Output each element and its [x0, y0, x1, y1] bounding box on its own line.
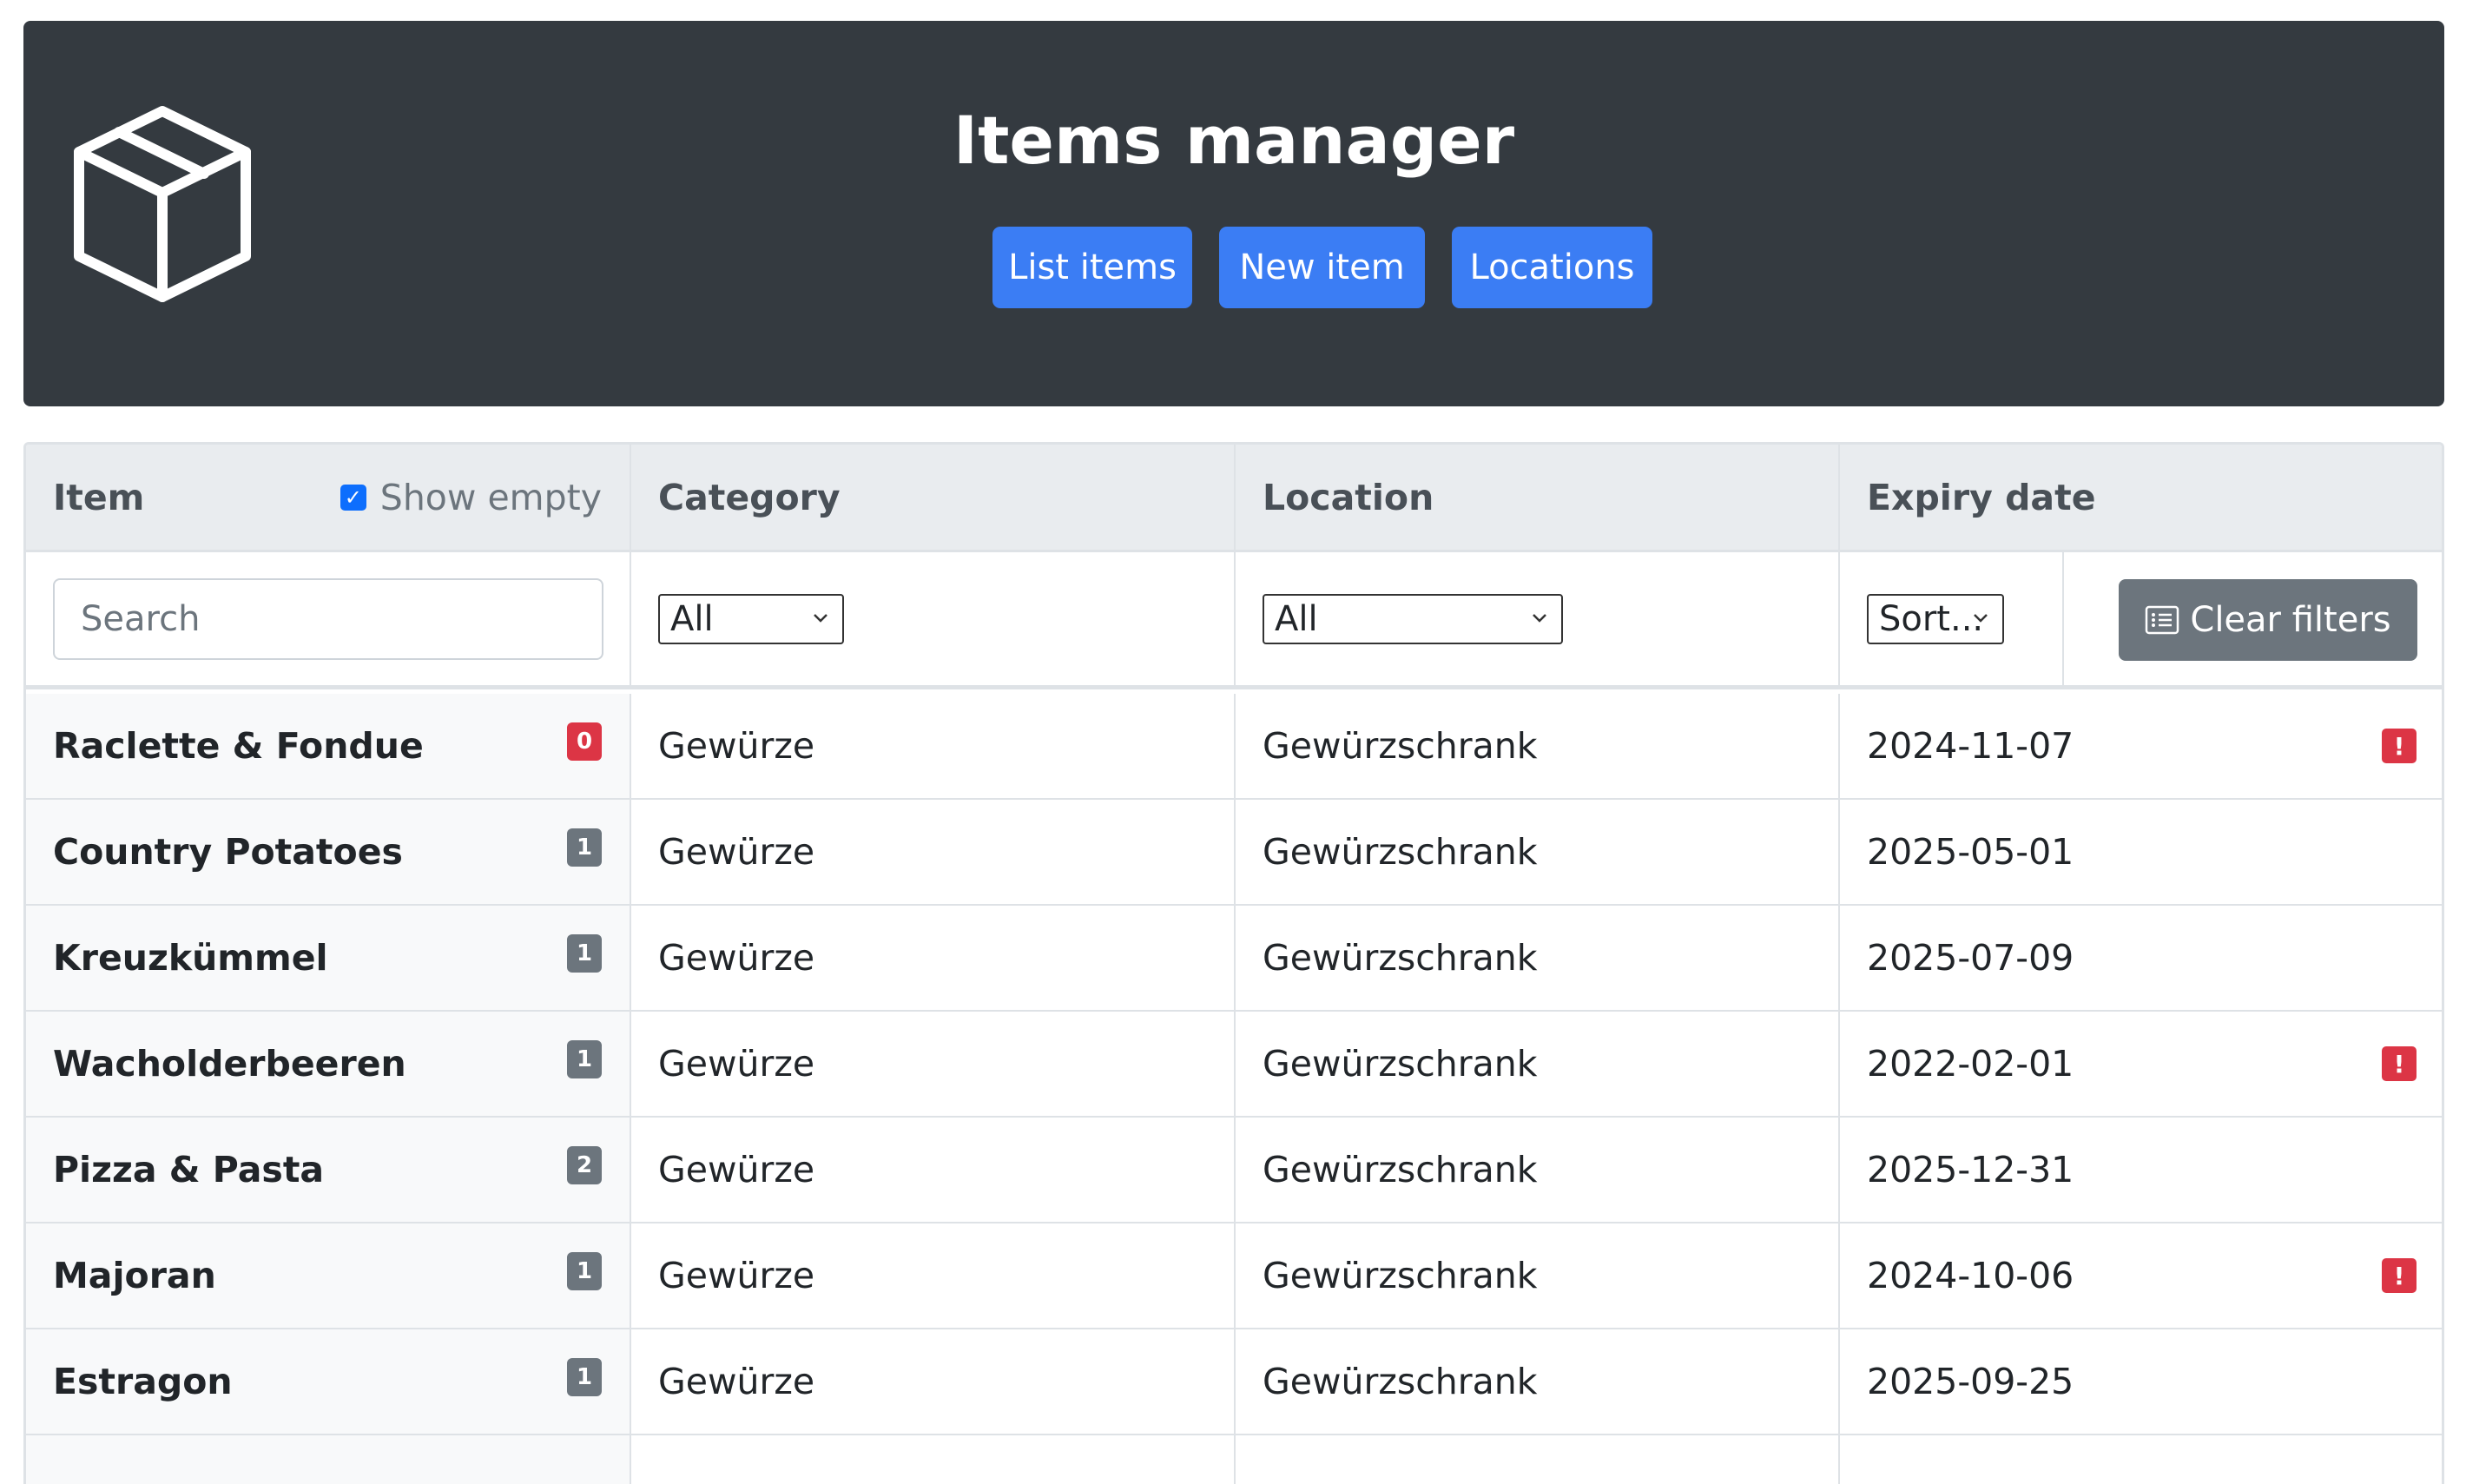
- items-table: Item ✓ Show empty Category Location Expi…: [23, 442, 2444, 1484]
- table-row[interactable]: Country Potatoes 1 Gewürze Gewürzschrank…: [26, 800, 2442, 906]
- sort-select[interactable]: Sort...: [1867, 593, 2004, 644]
- chevron-down-icon: [1974, 613, 1988, 623]
- show-empty-checkbox[interactable]: ✓: [340, 484, 366, 511]
- column-header-category: Category: [631, 445, 1236, 550]
- item-name-cell: Kreuzkümmel 1: [26, 906, 631, 1010]
- list-items-button[interactable]: List items: [992, 227, 1192, 308]
- count-badge: 1: [567, 1252, 602, 1290]
- category-select-value: All: [670, 598, 714, 639]
- chevron-down-icon: [1533, 613, 1546, 623]
- item-name: Majoran: [53, 1255, 216, 1296]
- expiry-date: 2022-02-01: [1867, 1043, 2074, 1085]
- item-name-cell: Estragon 1: [26, 1329, 631, 1434]
- table-row[interactable]: Raclette & Fondue 0 Gewürze Gewürzschran…: [26, 694, 2442, 800]
- category-select[interactable]: All: [658, 593, 844, 644]
- expiry-cell: 2025-09-25: [1840, 1329, 2442, 1434]
- table-row[interactable]: Wacholderbeeren 1 Gewürze Gewürzschrank …: [26, 1012, 2442, 1118]
- category-cell: Gewürze: [631, 694, 1236, 798]
- clear-filters-label: Clear filters: [2190, 600, 2391, 640]
- count-badge: 2: [567, 1146, 602, 1184]
- exclamation-icon: !: [2382, 1046, 2417, 1081]
- chevron-down-icon: [814, 613, 827, 623]
- category-filter-cell: All: [631, 552, 1236, 685]
- expiry-date: 2025-09-25: [1867, 1361, 2074, 1402]
- location-filter-cell: All: [1236, 552, 1840, 685]
- expiry-cell: 2024-10-06 !: [1840, 1223, 2442, 1328]
- clear-filters-cell: Clear filters: [2064, 552, 2442, 685]
- sort-filter-cell: Sort...: [1840, 552, 2064, 685]
- table-row[interactable]: Kreuzkümmel 1 Gewürze Gewürzschrank 2025…: [26, 906, 2442, 1012]
- category-cell: Gewürze: [631, 906, 1236, 1010]
- item-name: Estragon: [53, 1361, 233, 1402]
- sort-select-value: Sort...: [1879, 598, 1984, 639]
- filter-row: All All Sort...: [26, 552, 2442, 689]
- count-badge: 1: [567, 1040, 602, 1078]
- expiry-cell: 2022-02-01 !: [1840, 1012, 2442, 1116]
- item-name: Pizza & Pasta: [53, 1149, 325, 1190]
- item-name-cell: Majoran 1: [26, 1223, 631, 1328]
- app-header: Items manager List items New item Locati…: [23, 21, 2444, 406]
- category-cell: Gewürze: [631, 1118, 1236, 1222]
- expiry-cell: 2025-07-09: [1840, 906, 2442, 1010]
- expiry-date: 2025-12-31: [1867, 1149, 2074, 1190]
- expiry-date: 2024-10-06: [1867, 1255, 2074, 1296]
- location-cell: Gewürzschrank: [1236, 906, 1840, 1010]
- location-cell: Gewürzschrank: [1236, 1329, 1840, 1434]
- exclamation-icon: !: [2382, 729, 2417, 763]
- expiry-cell: 2024-11-07 !: [1840, 694, 2442, 798]
- item-name-cell: Raclette & Fondue 0: [26, 694, 631, 798]
- category-cell: Gewürze: [631, 800, 1236, 904]
- category-cell: Gewürze: [631, 1223, 1236, 1328]
- page-title: Items manager: [953, 102, 1515, 179]
- exclamation-icon: !: [2382, 1258, 2417, 1293]
- expiry-date: 2024-11-07: [1867, 725, 2074, 767]
- search-cell: [26, 552, 631, 685]
- table-header-row: Item ✓ Show empty Category Location Expi…: [26, 445, 2442, 552]
- location-cell: Gewürzschrank: [1236, 800, 1840, 904]
- location-select-value: All: [1275, 598, 1318, 639]
- item-name: Country Potatoes: [53, 831, 403, 873]
- location-cell: Gewürzschrank: [1236, 1118, 1840, 1222]
- show-empty-toggle[interactable]: ✓ Show empty: [340, 445, 602, 550]
- table-row[interactable]: Pizza & Pasta 2 Gewürze Gewürzschrank 20…: [26, 1118, 2442, 1223]
- column-header-expiry: Expiry date: [1867, 476, 2096, 518]
- item-name-cell: [26, 1435, 631, 1484]
- expiry-cell: 2025-05-01: [1840, 800, 2442, 904]
- category-cell: Gewürze: [631, 1329, 1236, 1434]
- column-header-item-label: Item: [53, 476, 145, 518]
- filter-list-icon: [2146, 605, 2179, 635]
- column-header-item: Item ✓ Show empty: [26, 445, 631, 550]
- count-badge: 0: [567, 722, 602, 761]
- location-cell: Gewürzschrank: [1236, 694, 1840, 798]
- show-empty-label: Show empty: [379, 476, 602, 518]
- expiry-cell: [1840, 1435, 2442, 1484]
- location-cell: Gewürzschrank: [1236, 1223, 1840, 1328]
- expiry-date: 2025-07-09: [1867, 937, 2074, 979]
- item-name-cell: Pizza & Pasta 2: [26, 1118, 631, 1222]
- item-name-cell: Wacholderbeeren 1: [26, 1012, 631, 1116]
- locations-button[interactable]: Locations: [1452, 227, 1652, 308]
- location-cell: [1236, 1435, 1840, 1484]
- table-row[interactable]: [26, 1435, 2442, 1484]
- item-name: Wacholderbeeren: [53, 1043, 406, 1085]
- count-badge: 1: [567, 828, 602, 867]
- location-cell: Gewürzschrank: [1236, 1012, 1840, 1116]
- count-badge: 1: [567, 934, 602, 973]
- table-row[interactable]: Estragon 1 Gewürze Gewürzschrank 2025-09…: [26, 1329, 2442, 1435]
- category-cell: Gewürze: [631, 1012, 1236, 1116]
- new-item-button[interactable]: New item: [1219, 227, 1425, 308]
- expiry-date: 2025-05-01: [1867, 831, 2074, 873]
- expiry-cell: 2025-12-31: [1840, 1118, 2442, 1222]
- column-header-location: Location: [1236, 445, 1840, 550]
- count-badge: 1: [567, 1358, 602, 1396]
- category-cell: [631, 1435, 1236, 1484]
- location-select[interactable]: All: [1263, 593, 1563, 644]
- item-name-cell: Country Potatoes 1: [26, 800, 631, 904]
- clear-filters-button[interactable]: Clear filters: [2119, 579, 2417, 661]
- item-name: Kreuzkümmel: [53, 937, 328, 979]
- table-row[interactable]: Majoran 1 Gewürze Gewürzschrank 2024-10-…: [26, 1223, 2442, 1329]
- item-name: Raclette & Fondue: [53, 725, 424, 767]
- search-input[interactable]: [53, 577, 603, 660]
